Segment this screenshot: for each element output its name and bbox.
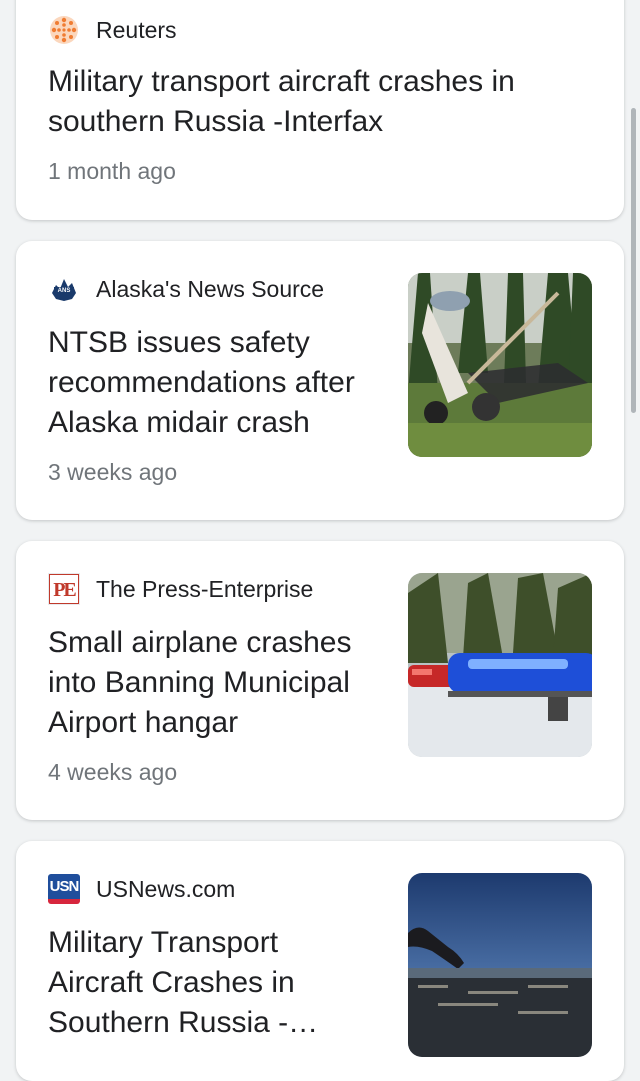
reuters-logo-icon <box>48 14 80 46</box>
press-enterprise-logo-icon: PE <box>48 573 80 605</box>
article-thumbnail[interactable] <box>408 573 592 757</box>
headline[interactable]: Military transport aircraft crashes in s… <box>48 62 588 142</box>
usnews-logo-icon: USN <box>48 873 80 905</box>
news-source: PE The Press-Enterprise <box>48 573 313 605</box>
timestamp: 1 month ago <box>48 158 176 184</box>
press-enterprise-logo-text: PE <box>49 574 79 604</box>
news-source: USN USNews.com <box>48 873 235 905</box>
article-thumbnail[interactable] <box>408 873 592 1057</box>
svg-text:ANS: ANS <box>58 288 71 294</box>
source-name: Alaska's News Source <box>96 275 325 302</box>
source-name: The Press-Enterprise <box>96 575 314 602</box>
news-card[interactable]: USN USNews.com Military Transport Aircra… <box>16 841 624 1081</box>
source-name: USNews.com <box>96 875 236 902</box>
news-card[interactable]: ANS Alaska's News Source NTSB issues saf… <box>16 241 624 520</box>
news-source: Reuters <box>48 14 177 46</box>
news-card[interactable]: Reuters Military transport aircraft cras… <box>16 0 624 220</box>
headline[interactable]: Military Transport Aircraft Crashes in S… <box>48 923 368 1043</box>
headline[interactable]: NTSB issues safety recommendations after… <box>48 323 388 443</box>
timestamp: 3 weeks ago <box>48 459 178 485</box>
news-source: ANS Alaska's News Source <box>48 273 324 305</box>
article-thumbnail[interactable] <box>408 273 592 457</box>
source-name: Reuters <box>96 16 177 43</box>
usnews-logo-text: USN <box>48 874 80 904</box>
timestamp: 4 weeks ago <box>48 759 178 785</box>
alaskas-news-source-logo-icon: ANS <box>48 273 80 305</box>
news-card[interactable]: PE The Press-Enterprise Small airplane c… <box>16 541 624 820</box>
headline[interactable]: Small airplane crashes into Banning Muni… <box>48 623 388 743</box>
page-scrollbar[interactable] <box>631 108 636 413</box>
